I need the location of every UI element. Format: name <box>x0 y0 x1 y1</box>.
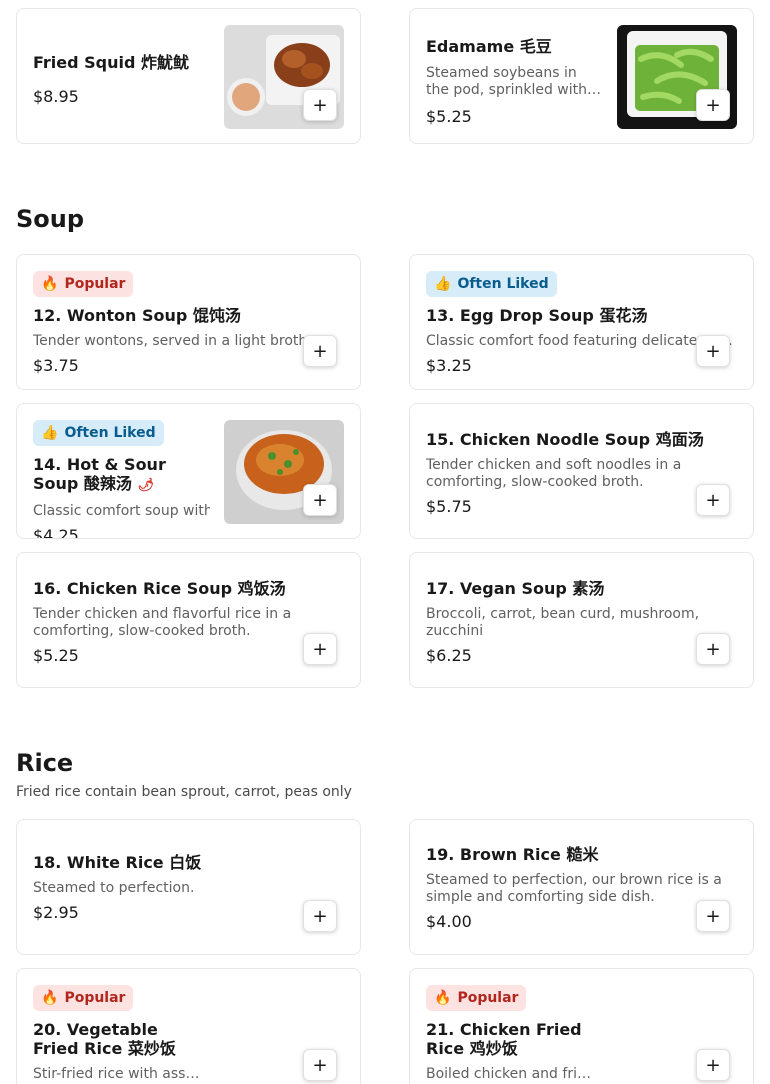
item-description: Classic comfort soup with a spicy kick. <box>33 503 210 519</box>
item-name: 13. Egg Drop Soup 蛋花汤 <box>426 306 648 325</box>
menu-item-card[interactable]: 15. Chicken Noodle Soup 鸡面汤 Tender chick… <box>409 403 754 539</box>
menu-item-card[interactable]: 👍 Often Liked 13. Egg Drop Soup 蛋花汤 Class… <box>409 254 754 390</box>
item-description: Stir-fried rice with assorted vegetables… <box>33 1066 200 1082</box>
item-price: $8.95 <box>33 87 79 106</box>
often-liked-badge: 👍 Often Liked <box>33 420 164 446</box>
item-description: Steamed soybeans in the pod, sprinkled w… <box>426 65 588 98</box>
add-to-cart-button[interactable]: + <box>696 633 730 665</box>
item-name: Fried Squid 炸魷鱿 <box>33 53 190 72</box>
item-name: 15. Chicken Noodle Soup 鸡面汤 <box>426 430 704 449</box>
item-price: $5.75 <box>426 497 472 516</box>
menu-item-card[interactable]: 18. White Rice 白饭 Steamed to perfection.… <box>16 819 361 955</box>
popular-badge: 🔥 Popular <box>33 271 134 297</box>
add-to-cart-button[interactable]: + <box>696 335 730 367</box>
item-name: 21. Chicken Fried Rice 鸡炒饭 <box>426 1020 582 1058</box>
item-description: Steamed to perfection, our brown rice is… <box>426 872 722 905</box>
item-description: Broccoli, carrot, bean curd, mushroom, z… <box>426 606 700 639</box>
menu-item-card[interactable]: 👍 Often Liked 14. Hot & Sour Soup 酸辣汤 🌶 C… <box>16 403 361 539</box>
item-description: Steamed to perfection. <box>33 880 195 896</box>
menu-item-card[interactable]: 16. Chicken Rice Soup 鸡饭汤 Tender chicken… <box>16 552 361 688</box>
thumbs-up-icon: 👍 <box>434 276 452 292</box>
item-description: Tender chicken and soft noodles in a com… <box>426 457 682 490</box>
add-to-cart-button[interactable]: + <box>303 335 337 367</box>
section-subtitle-rice: Fried rice contain bean sprout, carrot, … <box>16 784 352 800</box>
add-to-cart-button[interactable]: + <box>696 1049 730 1081</box>
menu-item-card[interactable]: 🔥 Popular 20. Vegetable Fried Rice 菜炒饭 St… <box>16 968 361 1084</box>
popular-badge: 🔥 Popular <box>426 985 527 1011</box>
add-to-cart-button[interactable]: + <box>303 89 337 121</box>
often-liked-badge: 👍 Often Liked <box>426 271 557 297</box>
thumbs-up-icon: 👍 <box>41 425 59 441</box>
add-to-cart-button[interactable]: + <box>696 900 730 932</box>
item-description: Classic comfort food featuring delicate … <box>426 333 733 349</box>
item-description: Boiled chicken and fried rice. <box>426 1066 593 1082</box>
item-price: $2.95 <box>33 903 79 922</box>
add-to-cart-button[interactable]: + <box>303 1049 337 1081</box>
item-price: $4.00 <box>426 912 472 931</box>
add-to-cart-button[interactable]: + <box>696 89 730 121</box>
fire-icon: 🔥 <box>434 990 452 1006</box>
item-name: 18. White Rice 白饭 <box>33 853 202 872</box>
section-title-soup: Soup <box>16 205 85 233</box>
item-price: $6.25 <box>426 646 472 665</box>
item-description: Tender chicken and flavorful rice in a c… <box>33 606 292 639</box>
fire-icon: 🔥 <box>41 990 59 1006</box>
item-name: 17. Vegan Soup 素汤 <box>426 579 605 598</box>
section-title-rice: Rice <box>16 749 74 777</box>
item-name: 14. Hot & Sour Soup 酸辣汤 🌶 <box>33 455 166 493</box>
add-to-cart-button[interactable]: + <box>696 484 730 516</box>
item-name: 12. Wonton Soup 馄饨汤 <box>33 306 241 325</box>
menu-item-card[interactable]: 19. Brown Rice 糙米 Steamed to perfection,… <box>409 819 754 955</box>
item-name: Edamame 毛豆 <box>426 37 552 56</box>
spicy-icon: 🌶 <box>137 478 155 493</box>
item-name: 19. Brown Rice 糙米 <box>426 845 599 864</box>
item-price: $5.25 <box>426 107 472 126</box>
item-description: Tender wontons, served in a light broth. <box>33 333 312 349</box>
add-to-cart-button[interactable]: + <box>303 633 337 665</box>
add-to-cart-button[interactable]: + <box>303 900 337 932</box>
add-to-cart-button[interactable]: + <box>303 484 337 516</box>
fire-icon: 🔥 <box>41 276 59 292</box>
menu-item-card[interactable]: 🔥 Popular 21. Chicken Fried Rice 鸡炒饭 Boil… <box>409 968 754 1084</box>
menu-item-card[interactable]: Fried Squid 炸魷鱿 $8.95 + <box>16 8 361 144</box>
menu-item-card[interactable]: 17. Vegan Soup 素汤 Broccoli, carrot, bean… <box>409 552 754 688</box>
menu-item-card[interactable]: 🔥 Popular 12. Wonton Soup 馄饨汤 Tender wont… <box>16 254 361 390</box>
item-name: 20. Vegetable Fried Rice 菜炒饭 <box>33 1020 176 1058</box>
item-price: $3.75 <box>33 356 79 375</box>
item-price: $3.25 <box>426 356 472 375</box>
popular-badge: 🔥 Popular <box>33 985 134 1011</box>
menu-item-card[interactable]: Edamame 毛豆 Steamed soybeans in the pod, … <box>409 8 754 144</box>
item-price: $4.25 <box>33 526 79 539</box>
item-price: $5.25 <box>33 646 79 665</box>
item-name: 16. Chicken Rice Soup 鸡饭汤 <box>33 579 286 598</box>
